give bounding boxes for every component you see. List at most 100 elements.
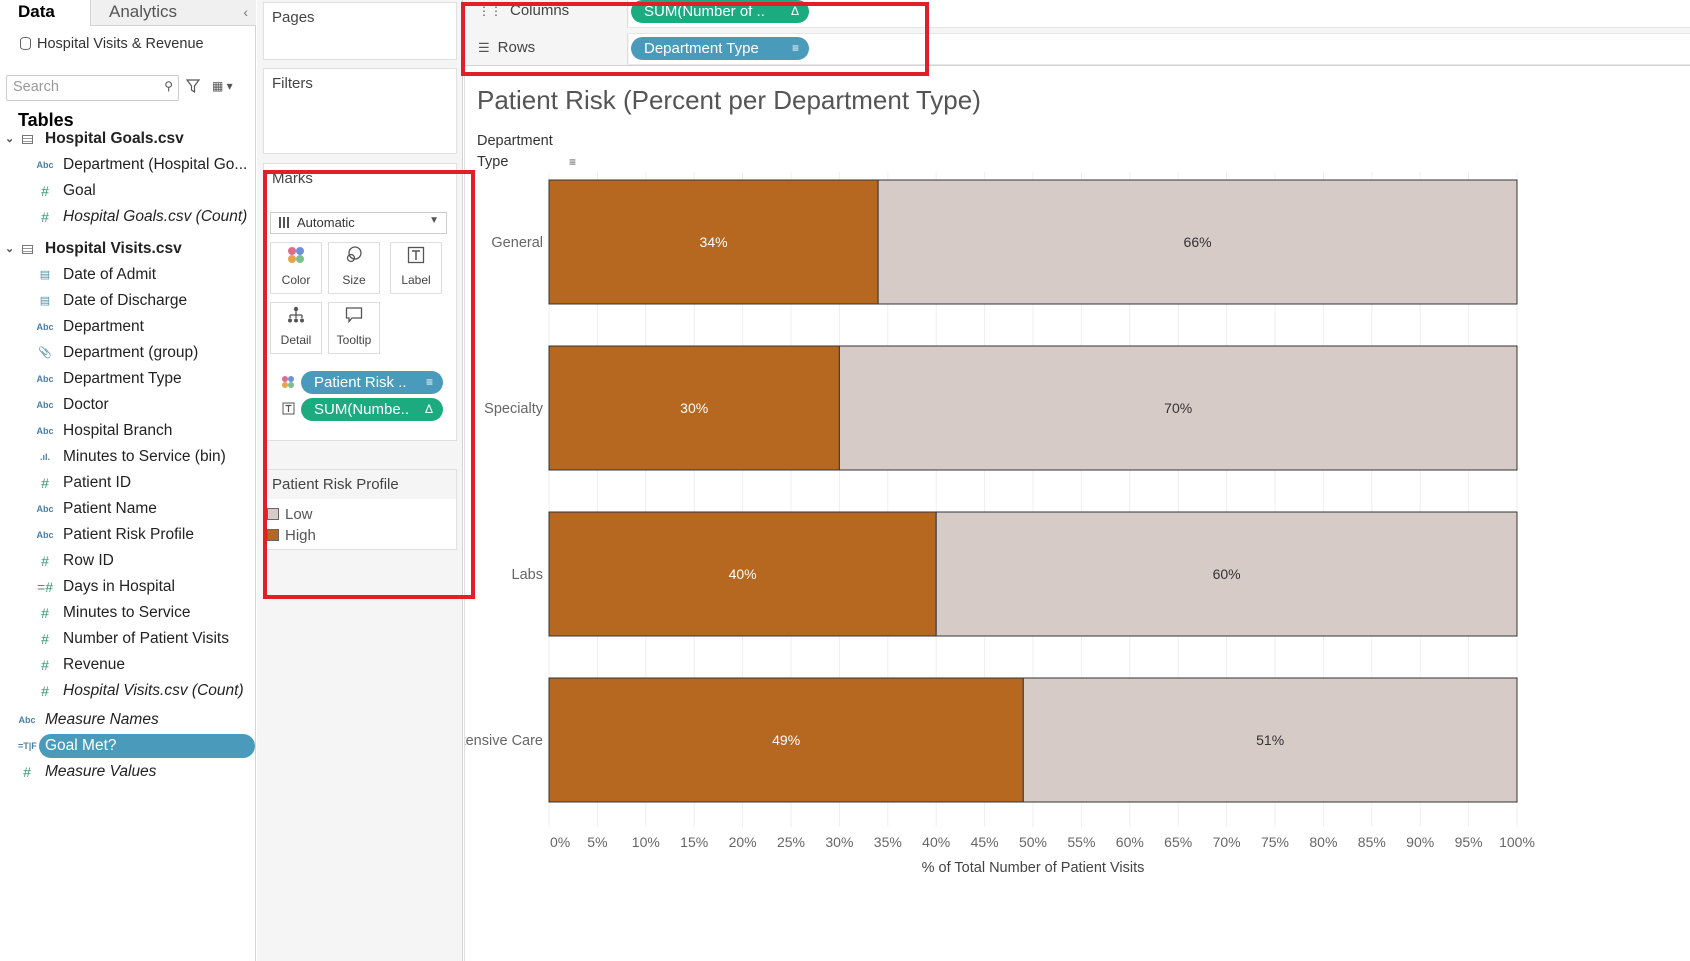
data-label: 70%: [1164, 400, 1192, 416]
field-item[interactable]: =# Days in Hospital: [0, 574, 256, 600]
field-item[interactable]: # Hospital Visits.csv (Count): [0, 678, 256, 704]
field-item[interactable]: # Revenue: [0, 652, 256, 678]
chevron-down-icon[interactable]: ⌄: [5, 126, 14, 152]
filters-card[interactable]: Filters: [263, 68, 457, 154]
x-tick-label: 75%: [1261, 834, 1289, 850]
row-label[interactable]: Intensive Care: [465, 733, 543, 749]
rows-pill[interactable]: Department Type ≡: [631, 37, 809, 60]
columns-pill[interactable]: SUM(Number of .. Δ: [631, 0, 809, 23]
measure-icon: #: [41, 631, 49, 647]
field-item[interactable]: Abc Hospital Branch: [0, 418, 256, 444]
columns-drop-zone[interactable]: SUM(Number of .. Δ: [629, 0, 1690, 28]
x-tick-label: 80%: [1309, 834, 1337, 850]
tab-analytics-label: Analytics: [109, 2, 178, 21]
field-label: Hospital Visits.csv (Count): [63, 682, 244, 699]
field-label: Minutes to Service: [63, 604, 191, 621]
table-hospital-visits[interactable]: ⌄ Hospital Visits.csv: [0, 236, 256, 262]
marks-pill-sum-visits[interactable]: SUM(Numbe.. Δ: [301, 398, 443, 421]
field-item[interactable]: Abc Department: [0, 314, 256, 340]
field-item[interactable]: # Minutes to Service: [0, 600, 256, 626]
x-tick-label: 45%: [971, 834, 999, 850]
filter-icon[interactable]: [186, 79, 200, 93]
legend-item-low[interactable]: Low: [267, 506, 313, 523]
detail-icon: [271, 303, 321, 333]
row-label[interactable]: Specialty: [484, 401, 544, 417]
table-hospital-goals[interactable]: ⌄ Hospital Goals.csv: [0, 126, 256, 152]
field-item[interactable]: ▤ Date of Admit: [0, 262, 256, 288]
abc-icon: Abc: [36, 400, 54, 410]
field-item[interactable]: Abc Patient Risk Profile: [0, 522, 256, 548]
x-tick-label: 10%: [632, 834, 660, 850]
mark-type-select[interactable]: Automatic ▼: [270, 212, 447, 234]
field-label: Number of Patient Visits: [63, 630, 229, 647]
marks-title: Marks: [272, 170, 313, 187]
field-item[interactable]: # Measure Values: [0, 759, 256, 785]
chevron-down-icon: ▼: [429, 215, 439, 226]
tab-data[interactable]: Data: [18, 0, 55, 26]
field-item[interactable]: =T|F Goal Met?: [0, 733, 256, 759]
size-button[interactable]: Size: [328, 242, 380, 294]
table-name: Hospital Visits.csv: [45, 240, 182, 257]
abc-icon: Abc: [36, 374, 54, 384]
color-button[interactable]: Color: [270, 242, 322, 294]
pill-label: Department Type: [644, 40, 759, 57]
x-axis-title[interactable]: % of Total Number of Patient Visits: [922, 860, 1145, 876]
field-item[interactable]: # Hospital Goals.csv (Count): [0, 204, 256, 230]
field-label: Patient ID: [63, 474, 132, 491]
collapse-pane-icon[interactable]: ‹: [243, 0, 248, 24]
tooltip-button[interactable]: Tooltip: [328, 302, 380, 354]
mark-type-value: Automatic: [297, 215, 355, 230]
field-item[interactable]: Abc Doctor: [0, 392, 256, 418]
field-item[interactable]: Abc Measure Names: [0, 707, 256, 733]
rows-label: ☰ Rows: [472, 33, 628, 65]
rows-text: Rows: [497, 39, 536, 56]
data-label: 51%: [1256, 732, 1284, 748]
pages-card[interactable]: Pages: [263, 2, 457, 60]
field-label: Hospital Goals.csv (Count): [63, 208, 248, 225]
field-item[interactable]: 📎 Department (group): [0, 340, 256, 366]
row-label[interactable]: Labs: [512, 567, 543, 583]
x-tick-label: 65%: [1164, 834, 1192, 850]
rows-drop-zone[interactable]: Department Type ≡: [629, 33, 1690, 65]
field-item[interactable]: # Number of Patient Visits: [0, 626, 256, 652]
field-item[interactable]: # Goal: [0, 178, 256, 204]
detail-button[interactable]: Detail: [270, 302, 322, 354]
x-tick-label: 20%: [729, 834, 757, 850]
search-input[interactable]: Search ⚲: [6, 75, 179, 101]
label-button[interactable]: Label: [390, 242, 442, 294]
abc-icon: Abc: [36, 504, 54, 514]
x-tick-label: 0%: [550, 834, 570, 850]
pages-title: Pages: [272, 9, 315, 26]
field-item[interactable]: Abc Department (Hospital Go...: [0, 152, 256, 178]
field-label: Department: [63, 318, 144, 335]
abc-icon: Abc: [36, 322, 54, 332]
chevron-down-icon[interactable]: ⌄: [5, 236, 14, 262]
view-options-icon[interactable]: ▦ ▾: [212, 79, 233, 93]
columns-icon: ⋮⋮: [478, 4, 502, 18]
field-label: Department (Hospital Go...: [63, 156, 248, 173]
x-tick-label: 90%: [1406, 834, 1434, 850]
field-item[interactable]: # Patient ID: [0, 470, 256, 496]
legend-swatch: [267, 529, 279, 541]
legend-item-high[interactable]: High: [267, 527, 316, 544]
delta-icon: Δ: [424, 402, 433, 416]
field-label: Department (group): [63, 344, 199, 361]
sort-icon: ≡: [791, 41, 799, 55]
view-canvas: Patient Risk (Percent per Department Typ…: [464, 67, 1690, 961]
cards-pane: Pages Filters Marks Automatic ▼ Color Si…: [257, 0, 463, 961]
field-item[interactable]: Abc Department Type: [0, 366, 256, 392]
tab-analytics[interactable]: Analytics ‹: [90, 0, 256, 26]
field-item[interactable]: # Row ID: [0, 548, 256, 574]
calendar-icon: ▤: [39, 295, 51, 307]
abc-icon: Abc: [36, 530, 54, 540]
sort-icon: ≡: [425, 375, 433, 389]
marks-pill-patient-risk[interactable]: Patient Risk .. ≡: [301, 371, 443, 394]
field-label: Measure Values: [45, 763, 157, 780]
field-item[interactable]: Abc Patient Name: [0, 496, 256, 522]
datasource-item[interactable]: Hospital Visits & Revenue: [20, 36, 204, 52]
tooltip-icon: [329, 303, 379, 333]
field-item[interactable]: ▤ Date of Discharge: [0, 288, 256, 314]
size-label: Size: [342, 273, 366, 287]
field-item[interactable]: .ıl. Minutes to Service (bin): [0, 444, 256, 470]
row-label[interactable]: General: [491, 235, 543, 251]
